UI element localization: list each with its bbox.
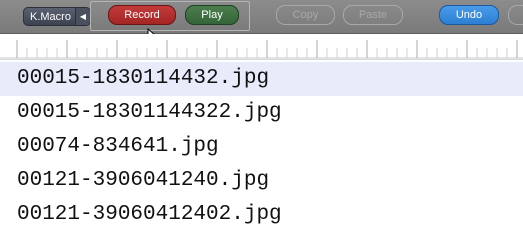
text-line[interactable]: 00015-18301144322.jpg [0,96,523,130]
undo-button[interactable]: Undo [439,5,499,25]
play-button[interactable]: Play [185,5,239,25]
record-button[interactable]: Record [108,5,176,25]
paste-button[interactable]: Paste [343,5,403,25]
text-editor[interactable]: 00015-1830114432.jpg 00015-18301144322.jp… [0,62,523,232]
kmacro-button[interactable]: K.Macro ◀ [23,7,91,26]
toolbar: K.Macro ◀ Record Play Copy Paste Undo [0,0,523,34]
column-ruler [0,34,523,60]
current-line[interactable]: 00015-1830114432.jpg [0,62,523,96]
kmacro-label: K.Macro [30,10,71,23]
more-button[interactable] [508,5,523,25]
text-line[interactable]: 00074-834641.jpg [0,130,523,164]
text-line[interactable]: 00121-3906041240.jpg [0,164,523,198]
collapse-arrow-icon[interactable]: ◀ [74,8,90,25]
copy-button[interactable]: Copy [276,5,335,25]
text-line[interactable]: 00121-39060412402.jpg [0,198,523,232]
